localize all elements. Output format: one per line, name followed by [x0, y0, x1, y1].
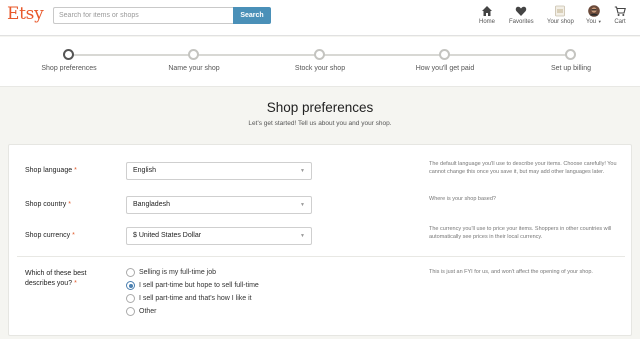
- shop-country-help: Where is your shop based?: [429, 196, 496, 202]
- step-dot-set-up-billing: [565, 49, 576, 60]
- radio-button[interactable]: [126, 294, 135, 303]
- nav-you-label: You ▼: [586, 19, 602, 25]
- chevron-down-icon: ▼: [300, 168, 305, 174]
- search-input[interactable]: [53, 7, 234, 24]
- step-label-stock-your-shop: Stock your shop: [294, 65, 346, 72]
- chevron-down-icon: ▼: [300, 233, 305, 239]
- nav-favorites-label: Favorites: [509, 19, 534, 25]
- shop-currency-label: Shop currency *: [25, 232, 75, 239]
- nav-favorites[interactable]: Favorites: [509, 5, 534, 25]
- describe-you-label: Which of these best describes you? *: [25, 270, 87, 287]
- shop-language-help: The default language you'll use to descr…: [429, 161, 617, 175]
- nav-you[interactable]: You ▼: [586, 5, 602, 25]
- nav-your-shop-label: Your shop: [547, 19, 574, 25]
- step-dot-shop-preferences: [63, 49, 74, 60]
- shop-currency-value: $ United States Dollar: [133, 232, 202, 239]
- step-label-name-your-shop: Name your shop: [168, 65, 220, 72]
- cart-icon: [614, 6, 626, 16]
- shop-icon: [555, 5, 566, 17]
- nav-your-shop[interactable]: Your shop: [547, 5, 574, 25]
- shop-currency-select[interactable]: $ United States Dollar ▼: [126, 227, 312, 245]
- search-button[interactable]: Search: [233, 7, 271, 24]
- shop-language-value: English: [133, 167, 156, 174]
- etsy-logo[interactable]: Etsy: [7, 4, 44, 24]
- nav-home-label: Home: [479, 19, 496, 25]
- shop-language-label: Shop language *: [25, 167, 77, 174]
- nav-cart[interactable]: Cart: [614, 5, 626, 25]
- shop-country-select[interactable]: Bangladesh ▼: [126, 196, 312, 214]
- shop-language-select[interactable]: English ▼: [126, 162, 312, 180]
- avatar: [588, 5, 600, 17]
- chevron-down-icon: ▼: [597, 19, 602, 24]
- step-label-shop-preferences: Shop preferences: [41, 65, 97, 72]
- shop-preferences-form: Shop language * English ▼ The default lan…: [8, 144, 632, 336]
- step-dot-name-your-shop: [188, 49, 199, 60]
- heart-icon: [516, 6, 527, 16]
- step-dot-stock-your-shop: [314, 49, 325, 60]
- required-mark: *: [74, 280, 77, 287]
- nav-home[interactable]: Home: [479, 5, 495, 25]
- shop-currency-help: The currency you'll use to price your it…: [429, 226, 612, 240]
- required-mark: *: [68, 201, 71, 208]
- nav-cart-label: Cart: [614, 19, 626, 25]
- required-mark: *: [72, 232, 75, 239]
- progress-stepper: Shop preferences Name your shop Stock yo…: [0, 37, 640, 87]
- home-icon: [482, 6, 492, 16]
- step-label-set-up-billing: Set up billing: [550, 65, 592, 72]
- section-divider: [17, 256, 625, 257]
- radio-button[interactable]: [126, 268, 135, 277]
- radio-button[interactable]: [126, 307, 135, 316]
- step-dot-get-paid: [439, 49, 450, 60]
- shop-country-label: Shop country *: [25, 201, 71, 208]
- top-header: Etsy Search Home Favorites Your shop You…: [0, 0, 640, 36]
- step-label-get-paid: How you'll get paid: [415, 65, 475, 72]
- page-subtitle: Let's get started! Tell us about you and…: [248, 120, 392, 127]
- chevron-down-icon: ▼: [300, 202, 305, 208]
- shop-country-value: Bangladesh: [133, 201, 170, 208]
- required-mark: *: [74, 167, 77, 174]
- page-title: Shop preferences: [266, 100, 374, 115]
- describe-you-help: This is just an FYI for us, and won't af…: [429, 269, 593, 275]
- radio-button-checked[interactable]: [126, 281, 135, 290]
